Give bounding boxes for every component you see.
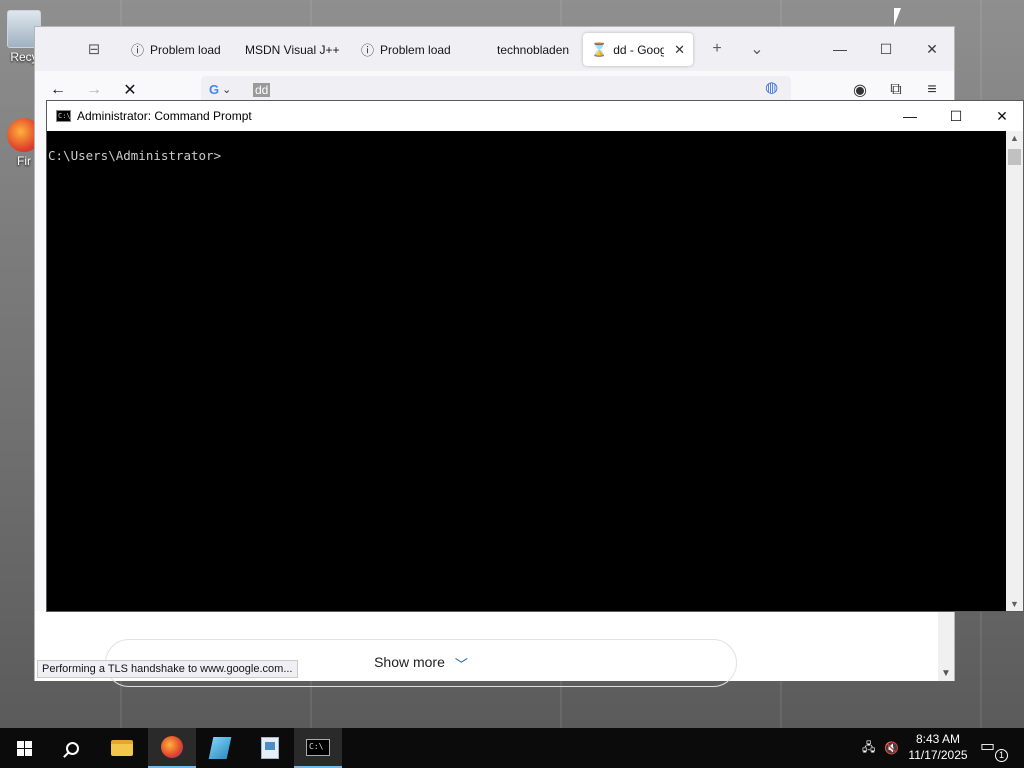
taskbar-search-button[interactable] <box>48 728 96 768</box>
command-prompt-icon: C:\ <box>306 738 330 756</box>
taskbar: C:\ 🖧 🔇 8:43 AM 11/17/2025 ▭ 1 <box>0 728 1024 768</box>
tab-label: Problem load <box>380 42 451 57</box>
cmd-app-icon: C:\ <box>56 110 71 122</box>
plus-icon: + <box>712 40 722 57</box>
action-center-button[interactable]: ▭ 1 <box>980 736 1008 762</box>
forward-button[interactable]: → <box>81 78 107 102</box>
show-more-label: Show more <box>374 654 445 670</box>
cmd-title-bar[interactable]: C:\ Administrator: Command Prompt — ☐ ✕ <box>47 101 1023 131</box>
puzzle-icon: ⧉ <box>890 81 902 98</box>
status-bar: Performing a TLS handshake to www.google… <box>37 660 298 678</box>
firefox-view-icon[interactable]: ⊟ <box>83 38 105 60</box>
notification-icon: ▭ <box>980 738 996 755</box>
clock-date: 11/17/2025 <box>908 748 968 762</box>
notification-count: 1 <box>995 749 1008 762</box>
tab-label: technobladen <box>497 42 570 57</box>
tab-technobladen[interactable]: technobladen <box>467 33 579 66</box>
network-icon[interactable]: 🖧 <box>862 728 875 768</box>
extensions-button[interactable]: ⧉ <box>883 78 909 102</box>
browser-maximize-button[interactable]: ☐ <box>863 35 909 63</box>
list-all-tabs-button[interactable]: ⌄ <box>745 37 769 61</box>
maximize-icon: ☐ <box>949 107 963 124</box>
taskbar-firefox[interactable] <box>148 728 196 768</box>
cmd-minimize-button[interactable]: — <box>887 101 933 131</box>
stop-button[interactable]: ✕ <box>117 78 143 102</box>
taskbar-file-explorer[interactable] <box>98 728 146 768</box>
mouse-pointer-icon <box>894 8 901 26</box>
tab-label: MSDN Visual J++ <box>245 42 340 57</box>
tab-problem-loading-1[interactable]: ⓘ Problem load <box>123 33 235 66</box>
chevron-down-icon: ⌄ <box>222 84 232 96</box>
scroll-down-arrow-icon[interactable]: ▼ <box>941 668 951 679</box>
clock-time: 8:43 AM <box>915 732 961 746</box>
browser-close-button[interactable]: ✕ <box>909 35 955 63</box>
app-icon <box>208 737 232 759</box>
document-icon <box>261 737 279 759</box>
scrollbar-thumb[interactable] <box>1008 149 1021 165</box>
page-scrollbar[interactable]: ▼ <box>938 611 954 681</box>
start-button[interactable] <box>0 728 48 768</box>
folder-icon <box>111 740 133 756</box>
maximize-icon: ☐ <box>879 40 893 57</box>
account-icon: ◉ <box>853 82 867 99</box>
taskbar-document-app[interactable] <box>246 728 294 768</box>
url-input[interactable]: dd <box>253 83 271 97</box>
tab-problem-loading-2[interactable]: ⓘ Problem load <box>353 33 465 66</box>
chevron-down-icon: ﹀ <box>454 657 468 672</box>
minimize-icon: — <box>903 108 917 124</box>
stop-x-icon: ✕ <box>123 82 137 99</box>
arrow-left-icon: ← <box>50 81 66 98</box>
cmd-prompt: C:\Users\Administrator> <box>48 148 222 163</box>
windows-logo-icon <box>16 740 32 756</box>
scroll-up-arrow-icon[interactable]: ▲ <box>1010 133 1019 143</box>
cmd-maximize-button[interactable]: ☐ <box>933 101 979 131</box>
account-button[interactable]: ◉ <box>847 78 873 102</box>
tab-label: dd - Googl <box>613 42 665 57</box>
taskbar-app[interactable] <box>196 728 244 768</box>
tab-label: Problem load <box>150 42 221 57</box>
info-icon: ⓘ <box>361 43 375 58</box>
menu-button[interactable]: ≡ <box>919 78 945 102</box>
hourglass-icon: ⌛ <box>591 41 608 57</box>
tab-close-icon[interactable]: ✕ <box>674 42 685 58</box>
cmd-close-button[interactable]: ✕ <box>979 101 1024 131</box>
new-tab-button[interactable]: + <box>705 37 729 61</box>
tab-dd-google[interactable]: ⌛ dd - Googl ✕ <box>583 33 693 66</box>
info-icon: ⓘ <box>131 43 145 58</box>
hamburger-menu-icon: ≡ <box>927 81 937 98</box>
cmd-scrollbar[interactable]: ▲ ▼ <box>1006 131 1023 611</box>
desktop-icon-label: Fir <box>17 154 31 168</box>
command-prompt-window[interactable]: C:\ Administrator: Command Prompt — ☐ ✕ … <box>46 100 1024 612</box>
firefox-icon <box>161 736 183 758</box>
close-icon: ✕ <box>926 40 938 57</box>
close-icon: ✕ <box>996 107 1008 124</box>
search-engine-selector[interactable]: G ⌄ <box>209 82 231 97</box>
scroll-down-arrow-icon[interactable]: ▼ <box>1010 599 1019 609</box>
minimize-icon: — <box>833 41 847 57</box>
volume-muted-icon[interactable]: 🔇 <box>884 728 899 768</box>
tab-strip: ⊟ ⓘ Problem load MSDN Visual J++ ⓘ Probl… <box>35 27 954 71</box>
cmd-window-title: Administrator: Command Prompt <box>77 109 252 123</box>
taskbar-command-prompt[interactable]: C:\ <box>294 728 342 768</box>
arrow-right-icon: → <box>86 81 102 98</box>
google-g-icon: G <box>209 82 220 97</box>
system-clock[interactable]: 8:43 AM 11/17/2025 <box>902 731 974 763</box>
tab-msdn-visual-j[interactable]: MSDN Visual J++ <box>237 33 349 66</box>
chevron-down-icon: ⌄ <box>750 41 764 58</box>
back-button[interactable]: ← <box>45 78 71 102</box>
cmd-console[interactable]: C:\Users\Administrator> <box>47 131 1007 611</box>
browser-minimize-button[interactable]: — <box>817 35 863 63</box>
search-icon <box>65 741 79 755</box>
